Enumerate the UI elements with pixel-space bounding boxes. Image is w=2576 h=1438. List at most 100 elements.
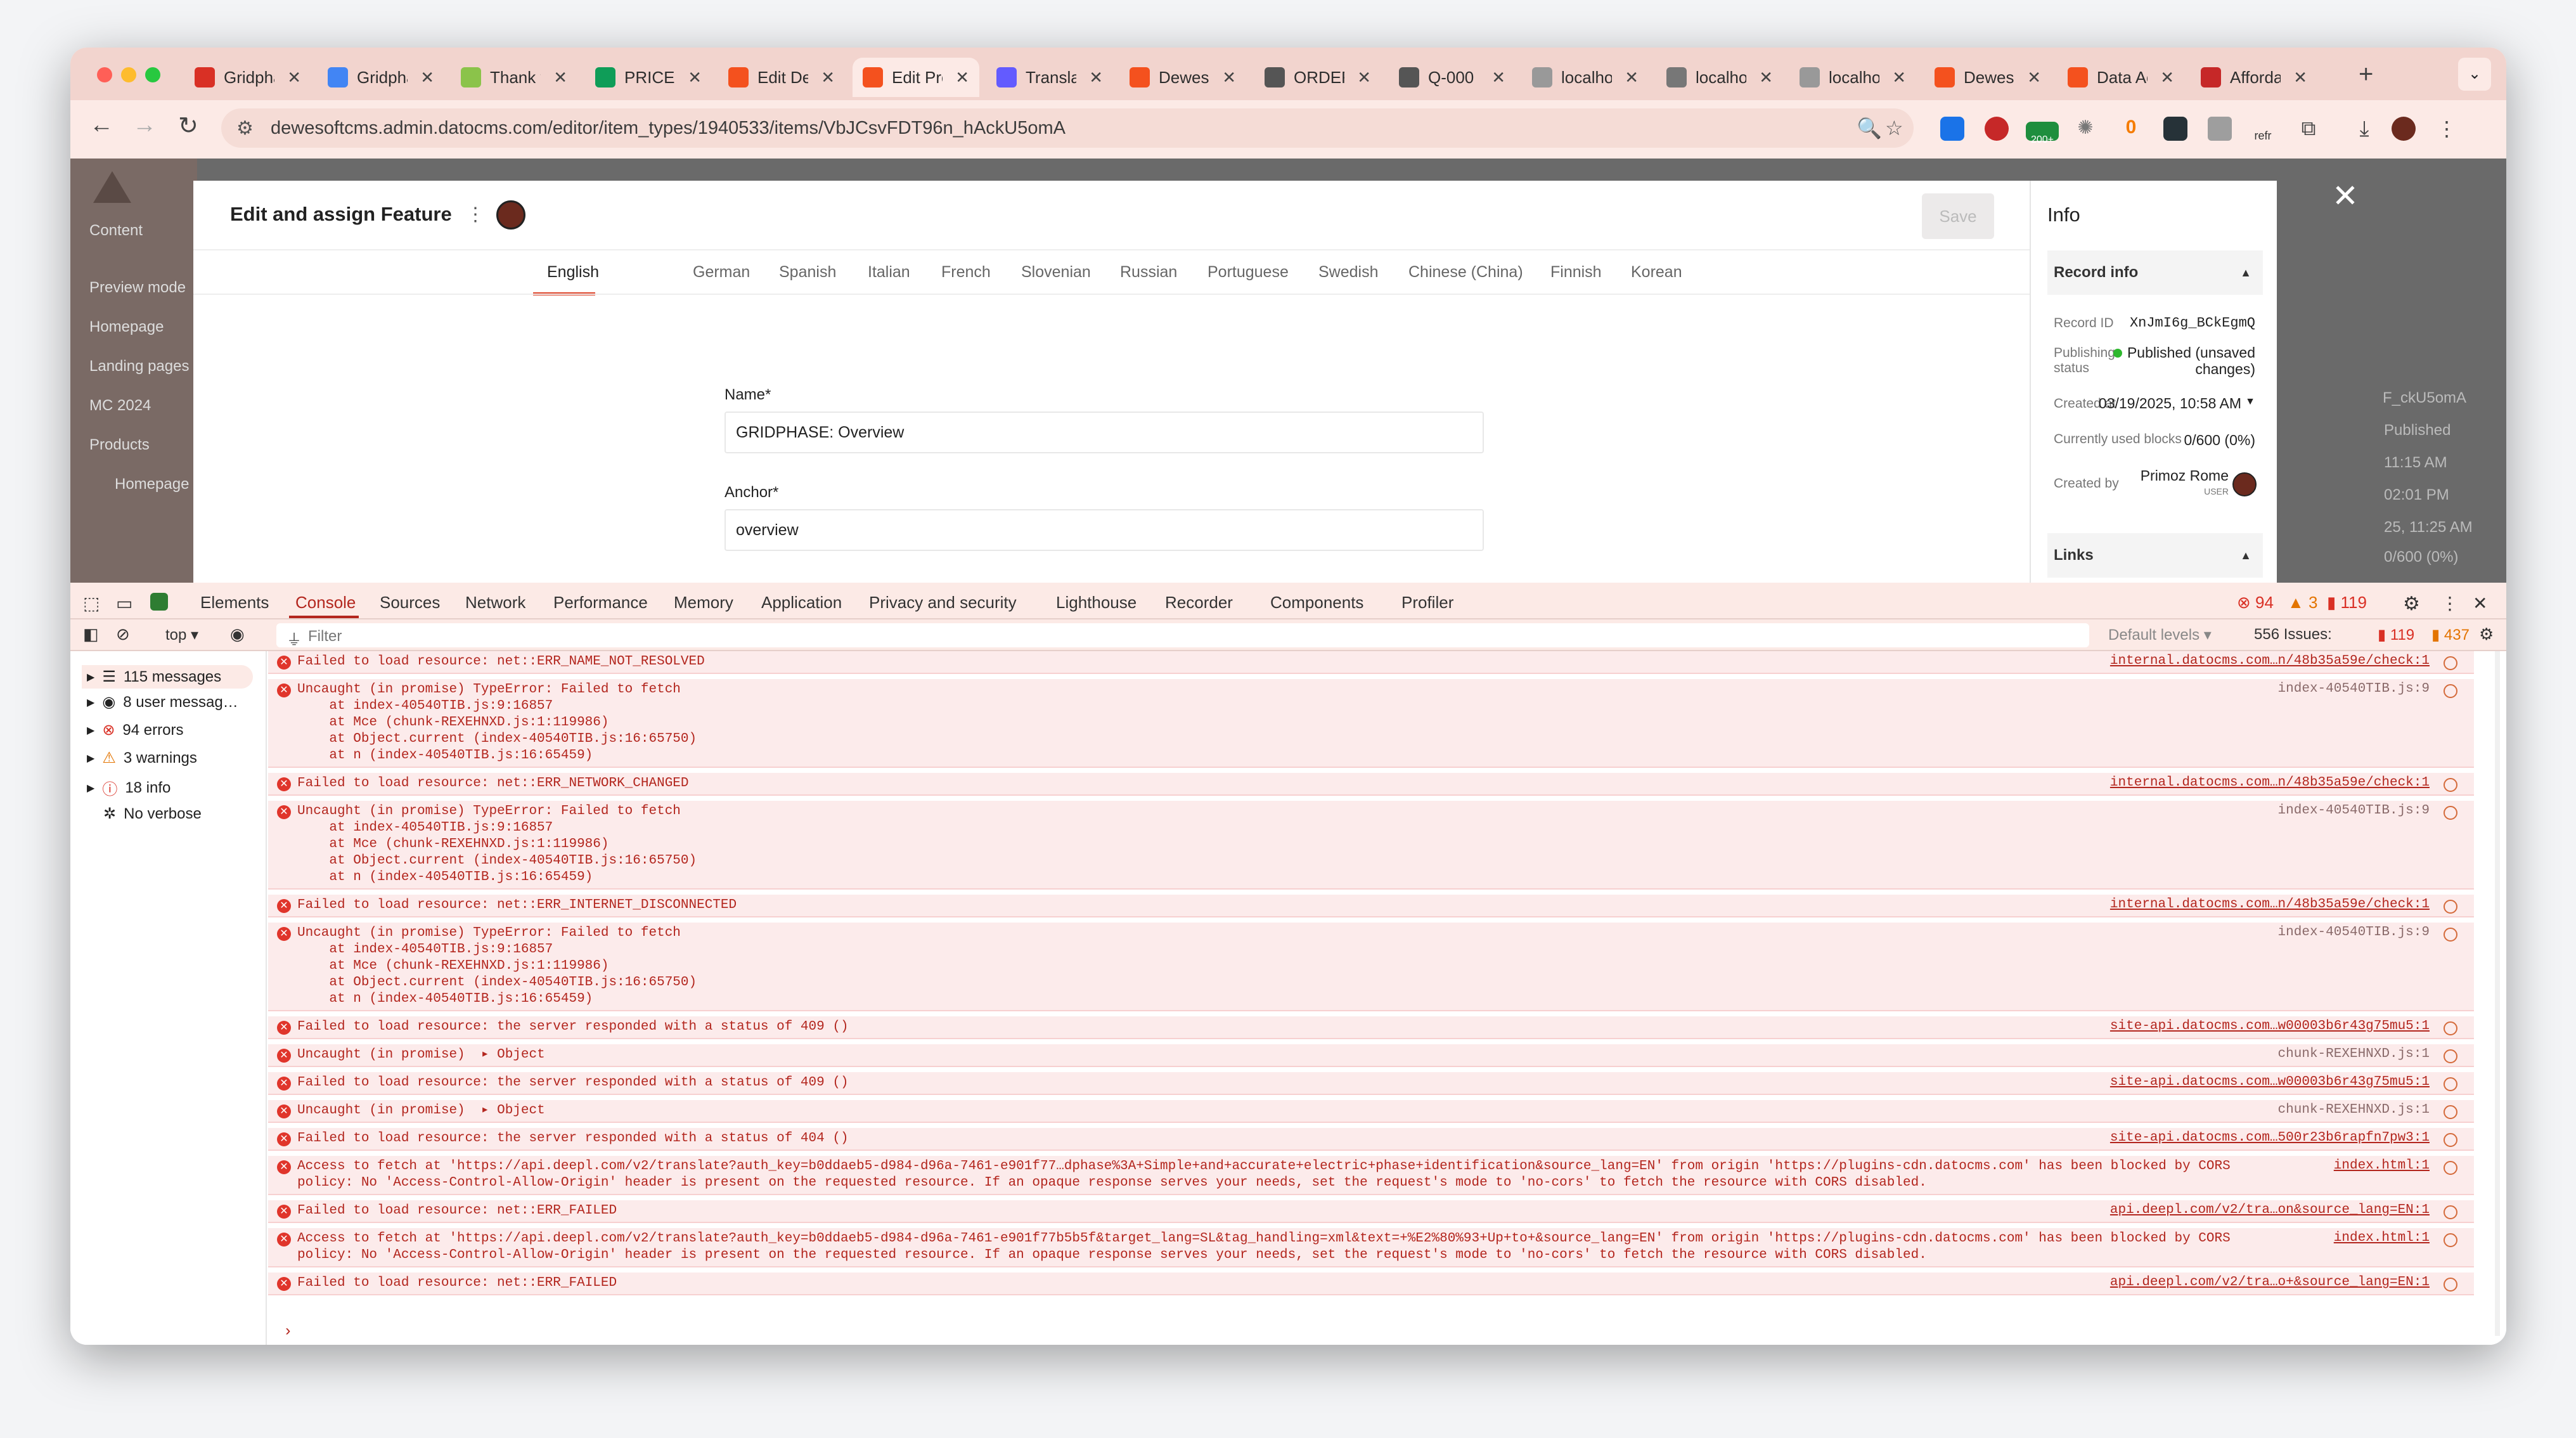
- browser-tab[interactable]: Q-000 ✕: [1389, 58, 1516, 97]
- console-error-row[interactable]: ✕ Uncaught (in promise) ▸ Object chunk-REX…: [268, 1100, 2474, 1123]
- ai-assist-icon[interactable]: [2444, 1049, 2457, 1063]
- console-source-link[interactable]: index-40540TIB.js:9: [2278, 803, 2430, 818]
- close-tab-icon[interactable]: ✕: [1759, 68, 1773, 87]
- console-error-row[interactable]: ✕ Failed to load resource: net::ERR_INTER…: [268, 895, 2474, 917]
- tab-search-chevron-icon[interactable]: ⌄: [2458, 58, 2491, 91]
- log-levels-dropdown[interactable]: Default levels ▾: [2108, 626, 2212, 644]
- close-devtools-icon[interactable]: ✕: [2473, 593, 2487, 614]
- extension-gamepad-icon[interactable]: [2208, 117, 2232, 141]
- context-selector[interactable]: top ▾: [165, 626, 198, 644]
- tab-lang-korean[interactable]: Korean: [1631, 263, 1682, 282]
- tab-memory[interactable]: Memory: [674, 593, 733, 612]
- sidebar-toggle-icon[interactable]: ◧: [83, 625, 99, 644]
- browser-tab[interactable]: Edit Dewesoft ✕: [718, 58, 845, 97]
- browser-tab[interactable]: Affordable ✕: [2191, 58, 2317, 97]
- console-error-row[interactable]: ✕ Uncaught (in promise) TypeError: Failed…: [268, 801, 2474, 890]
- tab-lang-swedish[interactable]: Swedish: [1318, 263, 1379, 282]
- sidebar-item-verbose[interactable]: ✲ No verbose: [103, 805, 202, 823]
- devtools-menu-icon[interactable]: ⋮: [2441, 593, 2459, 614]
- issues-info-count[interactable]: ▮ 437: [2431, 626, 2470, 644]
- ai-assist-icon[interactable]: [2444, 1205, 2457, 1219]
- close-tab-icon[interactable]: ✕: [1491, 68, 1505, 87]
- browser-tab[interactable]: ORDERS ✕: [1254, 58, 1381, 97]
- tab-lang-german[interactable]: German: [693, 263, 750, 282]
- close-tab-icon[interactable]: ✕: [1625, 68, 1639, 87]
- profile-avatar[interactable]: [2392, 117, 2416, 141]
- browser-tab[interactable]: localhost ✕: [1789, 58, 1916, 97]
- record-info-section[interactable]: Record info ▲: [2047, 250, 2263, 295]
- console-prompt[interactable]: ›: [283, 1323, 292, 1340]
- clear-console-icon[interactable]: ⊘: [116, 625, 130, 644]
- app-nav-homepage[interactable]: Homepage: [89, 318, 164, 336]
- browser-tab[interactable]: PRICE ✕: [585, 58, 712, 97]
- console-source-link[interactable]: api.deepl.com/v2/tra…o+&source_lang=EN:1: [2110, 1275, 2430, 1290]
- address-bar[interactable]: ⚙ dewesoftcms.admin.datocms.com/editor/i…: [221, 108, 1914, 148]
- console-error-row[interactable]: ✕ Failed to load resource: the server res…: [268, 1016, 2474, 1039]
- error-count-badge[interactable]: ⊗ 94: [2237, 593, 2274, 612]
- extension-gear-icon[interactable]: ✺: [2073, 117, 2097, 141]
- app-nav-products[interactable]: Products: [89, 436, 150, 454]
- minimize-window-button[interactable]: [121, 67, 136, 82]
- tab-console[interactable]: Console: [295, 593, 356, 612]
- app-nav-products-homepage[interactable]: Homepage: [115, 476, 189, 493]
- tab-lighthouse[interactable]: Lighthouse: [1056, 593, 1137, 612]
- zoom-icon[interactable]: 🔍: [1857, 116, 1882, 140]
- ai-assist-icon[interactable]: [2444, 900, 2457, 914]
- bookmark-star-icon[interactable]: ☆: [1885, 116, 1903, 140]
- sidebar-item-messages[interactable]: ▶ ☰ 115 messages: [82, 665, 253, 689]
- console-source-link[interactable]: site-api.datocms.com…500r23b6rapfn7pw3:1: [2110, 1130, 2430, 1145]
- warning-count-badge[interactable]: ▲ 3: [2288, 593, 2317, 612]
- tab-network[interactable]: Network: [465, 593, 525, 612]
- console-error-row[interactable]: ✕ Failed to load resource: the server res…: [268, 1072, 2474, 1095]
- links-section[interactable]: Links ▲: [2047, 533, 2263, 578]
- close-tab-icon[interactable]: ✕: [1222, 68, 1236, 87]
- console-source-link[interactable]: index.html:1: [2334, 1231, 2430, 1245]
- close-tab-icon[interactable]: ✕: [2160, 68, 2174, 87]
- console-source-link[interactable]: index-40540TIB.js:9: [2278, 682, 2430, 696]
- created-at-value[interactable]: 03/19/2025, 10:58 AM: [2099, 395, 2241, 412]
- tab-lang-spanish[interactable]: Spanish: [779, 263, 836, 282]
- extension-check-icon[interactable]: [1940, 117, 1964, 141]
- browser-tab[interactable]: Gridphase ✕: [318, 58, 444, 97]
- tab-application[interactable]: Application: [761, 593, 842, 612]
- browser-tab[interactable]: Data Acquisition ✕: [2058, 58, 2184, 97]
- close-tab-icon[interactable]: ✕: [1089, 68, 1103, 87]
- tab-lang-finnish[interactable]: Finnish: [1550, 263, 1602, 282]
- console-source-link[interactable]: chunk-REXEHNXD.js:1: [2278, 1103, 2430, 1117]
- browser-tab[interactable]: Thank you ✕: [451, 58, 577, 97]
- tab-lang-chinese[interactable]: Chinese (China): [1408, 263, 1523, 282]
- tab-lang-portuguese[interactable]: Portuguese: [1208, 263, 1289, 282]
- sidebar-item-user-messages[interactable]: ▶ ◉ 8 user messag…: [87, 693, 238, 711]
- app-nav-landing[interactable]: Landing pages: [89, 358, 189, 375]
- tab-lang-slovenian[interactable]: Slovenian: [1021, 263, 1091, 282]
- close-tab-icon[interactable]: ✕: [287, 68, 301, 87]
- close-window-button[interactable]: [97, 67, 112, 82]
- browser-tab[interactable]: localhost ✕: [1522, 58, 1649, 97]
- ai-assist-icon[interactable]: [2444, 656, 2457, 670]
- ai-assist-icon[interactable]: [2444, 778, 2457, 792]
- issues-error-count[interactable]: ▮ 119: [2378, 626, 2414, 644]
- browser-tab[interactable]: Edit Product ✕: [853, 58, 979, 97]
- sidebar-item-warnings[interactable]: ▶ ⚠ 3 warnings: [87, 749, 197, 767]
- ai-assist-icon[interactable]: [2444, 1278, 2457, 1292]
- app-nav-mc[interactable]: MC 2024: [89, 397, 151, 415]
- app-nav-content[interactable]: Content: [89, 222, 143, 240]
- ai-assist-icon[interactable]: [2444, 1077, 2457, 1091]
- console-source-link[interactable]: internal.datocms.com…n/48b35a59e/check:1: [2110, 654, 2430, 668]
- close-tab-icon[interactable]: ✕: [1892, 68, 1906, 87]
- close-tab-icon[interactable]: ✕: [821, 68, 835, 87]
- reload-icon[interactable]: ↻: [178, 112, 198, 140]
- console-source-link[interactable]: index.html:1: [2334, 1158, 2430, 1173]
- extension-shield-icon[interactable]: [150, 593, 168, 611]
- browser-tab[interactable]: Dewesoft ✕: [1924, 58, 2051, 97]
- new-tab-button[interactable]: +: [2359, 60, 2373, 89]
- close-tab-icon[interactable]: ✕: [420, 68, 434, 87]
- ai-assist-icon[interactable]: [2444, 684, 2457, 698]
- app-nav-preview[interactable]: Preview mode: [89, 279, 186, 297]
- more-options-icon[interactable]: ⋮: [466, 204, 485, 226]
- close-tab-icon[interactable]: ✕: [955, 68, 969, 87]
- inspect-element-icon[interactable]: ⬚: [83, 593, 100, 614]
- console-error-row[interactable]: ✕ Failed to load resource: net::ERR_FAILE…: [268, 1273, 2474, 1295]
- console-error-row[interactable]: ✕ Failed to load resource: the server res…: [268, 1128, 2474, 1151]
- site-settings-icon[interactable]: ⚙: [236, 117, 254, 139]
